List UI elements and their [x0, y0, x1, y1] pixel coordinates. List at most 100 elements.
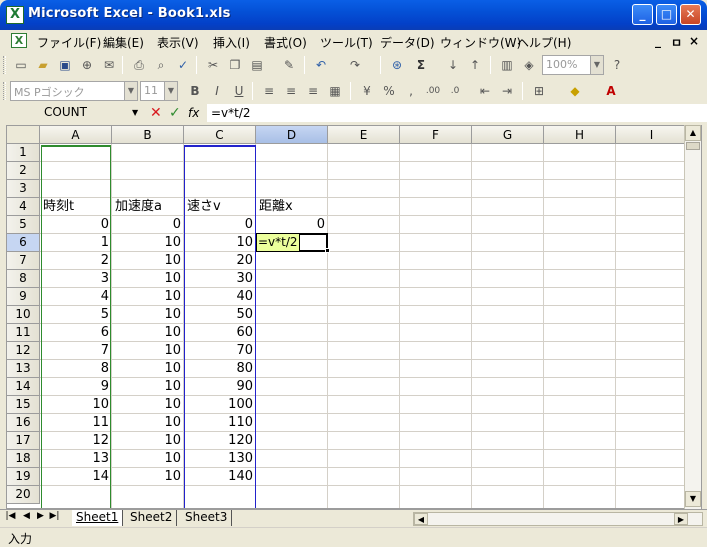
cancel-icon[interactable]: ✕ — [150, 105, 162, 121]
menu-format[interactable]: 書式(O) — [264, 34, 307, 51]
menu-window[interactable]: ウィンドウ(W) — [440, 34, 521, 51]
cell-d6-editor[interactable]: =v*t/2 — [256, 233, 300, 252]
row-header[interactable]: 11 — [7, 324, 40, 342]
row-header[interactable]: 19 — [7, 468, 40, 486]
percent-icon[interactable]: % — [380, 82, 398, 100]
row-header[interactable]: 20 — [7, 486, 40, 504]
toolbar-grip[interactable] — [3, 82, 6, 100]
minimize-button[interactable]: _ — [632, 4, 653, 25]
toolbar-grip[interactable] — [3, 56, 6, 74]
cell-c7[interactable]: 20 — [185, 252, 255, 270]
borders-icon[interactable]: ⊞ — [530, 82, 548, 100]
menu-tools[interactable]: ツール(T) — [320, 34, 373, 51]
scroll-thumb[interactable] — [686, 142, 700, 150]
name-box[interactable]: COUNT — [14, 104, 146, 122]
close-button[interactable]: ✕ — [680, 4, 701, 25]
enter-icon[interactable]: ✓ — [169, 105, 181, 121]
cell-b9[interactable]: 10 — [113, 288, 183, 306]
align-left-icon[interactable]: ≡ — [260, 82, 278, 100]
row-header[interactable]: 1 — [7, 144, 40, 162]
format-painter-icon[interactable]: ✎ — [280, 56, 298, 74]
new-icon[interactable]: ▭ — [12, 56, 30, 74]
hyperlink-icon[interactable]: ⊛ — [388, 56, 406, 74]
cell-a14[interactable]: 9 — [41, 378, 111, 396]
cell-b10[interactable]: 10 — [113, 306, 183, 324]
cut-icon[interactable]: ✂ — [204, 56, 222, 74]
row-header[interactable]: 13 — [7, 360, 40, 378]
vertical-scrollbar[interactable]: ▲ ▼ — [684, 125, 701, 509]
cell-b19[interactable]: 10 — [113, 468, 183, 486]
cell-b8[interactable]: 10 — [113, 270, 183, 288]
doc-minimize-button[interactable]: _ — [655, 34, 661, 48]
copy-icon[interactable]: ❐ — [226, 56, 244, 74]
last-sheet-icon[interactable]: ▶| — [48, 511, 61, 521]
cell-a16[interactable]: 11 — [41, 414, 111, 432]
increase-decimal-icon[interactable]: .00 — [424, 82, 442, 100]
font-name-select[interactable]: MS Pゴシック ▼ — [10, 81, 138, 101]
cell-b6[interactable]: 10 — [113, 234, 183, 252]
row-header[interactable]: 10 — [7, 306, 40, 324]
row-header[interactable]: 17 — [7, 432, 40, 450]
menu-view[interactable]: 表示(V) — [157, 34, 199, 51]
cell-c19[interactable]: 140 — [185, 468, 255, 486]
tab-sheet3[interactable]: Sheet3 — [181, 510, 233, 526]
print-preview-icon[interactable]: ⌕ — [152, 56, 170, 74]
comma-style-icon[interactable]: , — [402, 82, 420, 100]
cell-b14[interactable]: 10 — [113, 378, 183, 396]
cell-a11[interactable]: 6 — [41, 324, 111, 342]
cell-c8[interactable]: 30 — [185, 270, 255, 288]
doc-close-button[interactable]: × — [689, 34, 699, 48]
scroll-left-icon[interactable]: ◀ — [414, 513, 428, 525]
cell-a19[interactable]: 14 — [41, 468, 111, 486]
increase-indent-icon[interactable]: ⇥ — [498, 82, 516, 100]
doc-restore-button[interactable]: ㅁ — [671, 34, 682, 51]
row-header[interactable]: 6 — [7, 234, 40, 252]
drawing-icon[interactable]: ◈ — [520, 56, 538, 74]
workbook-icon[interactable]: X — [11, 33, 27, 48]
align-right-icon[interactable]: ≡ — [304, 82, 322, 100]
decrease-decimal-icon[interactable]: .0 — [446, 82, 464, 100]
zoom-select[interactable]: 100% ▼ — [542, 55, 604, 75]
cell-c14[interactable]: 90 — [185, 378, 255, 396]
cell-a7[interactable]: 2 — [41, 252, 111, 270]
align-center-icon[interactable]: ≡ — [282, 82, 300, 100]
open-icon[interactable]: ▰ — [34, 56, 52, 74]
select-all-corner[interactable] — [7, 126, 40, 144]
menu-edit[interactable]: 編集(E) — [103, 34, 144, 51]
row-header[interactable]: 15 — [7, 396, 40, 414]
decrease-indent-icon[interactable]: ⇤ — [476, 82, 494, 100]
fill-color-icon[interactable]: ◆ — [566, 82, 584, 100]
cell-c16[interactable]: 110 — [185, 414, 255, 432]
currency-icon[interactable]: ¥ — [358, 82, 376, 100]
menu-file[interactable]: ファイル(F) — [37, 34, 101, 51]
cell-b4[interactable]: 加速度a — [113, 198, 183, 216]
cell-a13[interactable]: 8 — [41, 360, 111, 378]
cell-a6[interactable]: 1 — [41, 234, 111, 252]
worksheet-grid[interactable]: A B C D E F G H I 1 2 3 4 5 6 7 8 9 10 1… — [6, 125, 702, 509]
row-header[interactable]: 4 — [7, 198, 40, 216]
cell-c12[interactable]: 70 — [185, 342, 255, 360]
chevron-down-icon[interactable]: ▼ — [124, 82, 137, 100]
cell-c9[interactable]: 40 — [185, 288, 255, 306]
horizontal-scrollbar[interactable]: ◀ ▶ — [413, 512, 703, 526]
cell-a8[interactable]: 3 — [41, 270, 111, 288]
cell-b16[interactable]: 10 — [113, 414, 183, 432]
cell-a15[interactable]: 10 — [41, 396, 111, 414]
cell-c15[interactable]: 100 — [185, 396, 255, 414]
fill-handle[interactable] — [325, 248, 330, 253]
formula-input[interactable]: =v*t/2 — [207, 104, 707, 122]
cell-b5[interactable]: 0 — [113, 216, 183, 234]
cell-c13[interactable]: 80 — [185, 360, 255, 378]
column-header-f[interactable]: F — [400, 126, 472, 144]
print-icon[interactable]: ⎙ — [130, 56, 148, 74]
row-header[interactable]: 7 — [7, 252, 40, 270]
bold-icon[interactable]: B — [186, 82, 204, 100]
prev-sheet-icon[interactable]: ◀ — [20, 511, 33, 521]
column-header-h[interactable]: H — [544, 126, 616, 144]
column-header-d[interactable]: D — [256, 126, 328, 144]
cell-c5[interactable]: 0 — [185, 216, 255, 234]
cell-a17[interactable]: 12 — [41, 432, 111, 450]
sort-descending-icon[interactable]: ↑ — [466, 56, 484, 74]
italic-icon[interactable]: I — [208, 82, 226, 100]
row-header[interactable]: 5 — [7, 216, 40, 234]
